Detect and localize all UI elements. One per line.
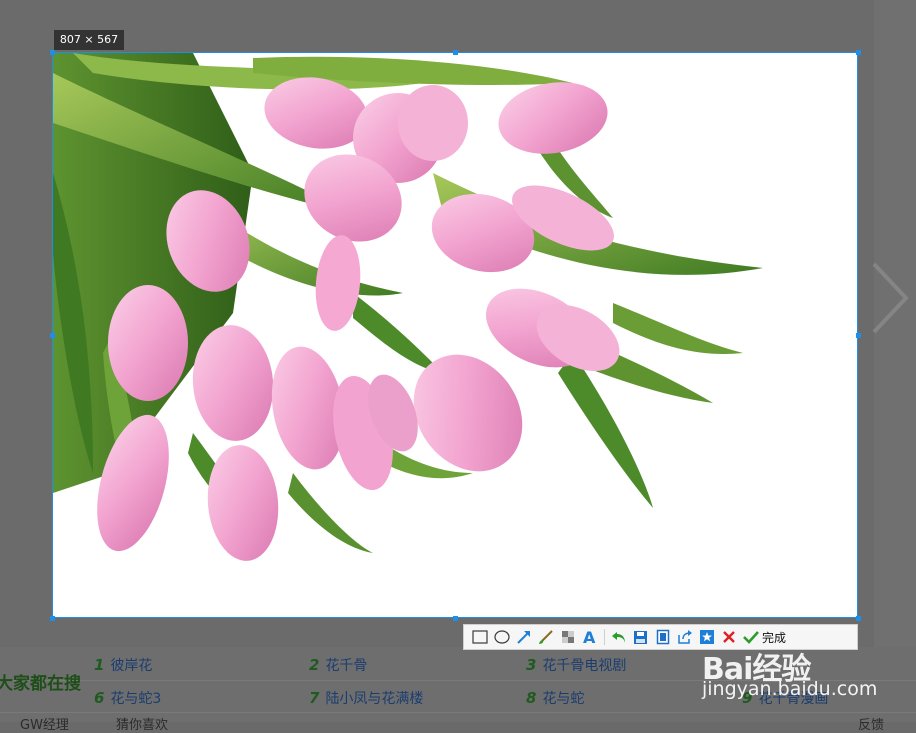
partial-text: 反馈 (858, 718, 885, 733)
resize-handle-top-right[interactable] (856, 50, 861, 55)
rectangle-icon (471, 630, 488, 644)
partial-text: GW经理 (20, 718, 69, 733)
baidu-watermark: Bai经验 jingyan.baidu.com (700, 644, 900, 704)
copy-tool[interactable] (652, 626, 673, 648)
hot-search-item[interactable]: 1 彼岸花 (94, 655, 152, 675)
close-icon (722, 631, 735, 643)
brush-tool[interactable] (535, 626, 556, 648)
arrow-icon (516, 631, 530, 644)
resize-handle-top[interactable] (453, 50, 458, 55)
undo-icon (611, 632, 625, 643)
hot-search-item[interactable]: 8 花与蛇 (526, 688, 584, 708)
mosaic-tool[interactable] (557, 626, 578, 648)
selection-size-label: 807 × 567 (54, 30, 124, 50)
ellipse-tool[interactable] (491, 626, 512, 648)
share-icon (677, 630, 692, 644)
hot-search-item[interactable]: 3 花千骨电视剧 (526, 655, 626, 675)
resize-handle-bottom[interactable] (453, 616, 458, 621)
star-icon (699, 630, 714, 644)
mosaic-icon (561, 631, 574, 643)
next-image-arrow-icon[interactable] (870, 258, 910, 338)
watermark-url: jingyan.baidu.com (702, 678, 878, 700)
resize-handle-bottom-left[interactable] (50, 616, 55, 621)
hot-search-item[interactable]: 7 陆小凤与花满楼 (309, 688, 423, 708)
text-icon: A (583, 629, 596, 645)
share-tool[interactable] (674, 626, 695, 648)
right-scroll-strip (874, 0, 916, 722)
resize-handle-top-left[interactable] (50, 50, 55, 55)
capture-region[interactable] (52, 52, 858, 618)
svg-text:A: A (583, 629, 596, 645)
hot-search-item[interactable]: 6 花与蛇3 (94, 688, 161, 708)
checkmark-icon (743, 631, 759, 644)
tulip-bouquet-image (53, 53, 857, 617)
hot-search-item[interactable]: 2 花千骨 (309, 655, 367, 675)
partial-text: 猜你喜欢 (116, 718, 169, 733)
ellipse-icon (493, 630, 510, 644)
resize-handle-bottom-right[interactable] (856, 616, 861, 621)
resize-handle-right[interactable] (856, 333, 861, 338)
rectangle-tool[interactable] (469, 626, 490, 648)
toolbar-separator (604, 629, 605, 645)
brush-icon (538, 630, 553, 644)
undo-tool[interactable] (608, 626, 629, 648)
copy-icon (656, 629, 669, 645)
save-icon (634, 630, 647, 644)
divider (0, 712, 916, 713)
arrow-tool[interactable] (513, 626, 534, 648)
resize-handle-left[interactable] (50, 333, 55, 338)
save-tool[interactable] (630, 626, 651, 648)
text-tool[interactable]: A (579, 626, 600, 648)
hot-search-heading: 大家都在搜 (0, 674, 81, 694)
done-label: 完成 (762, 630, 787, 645)
